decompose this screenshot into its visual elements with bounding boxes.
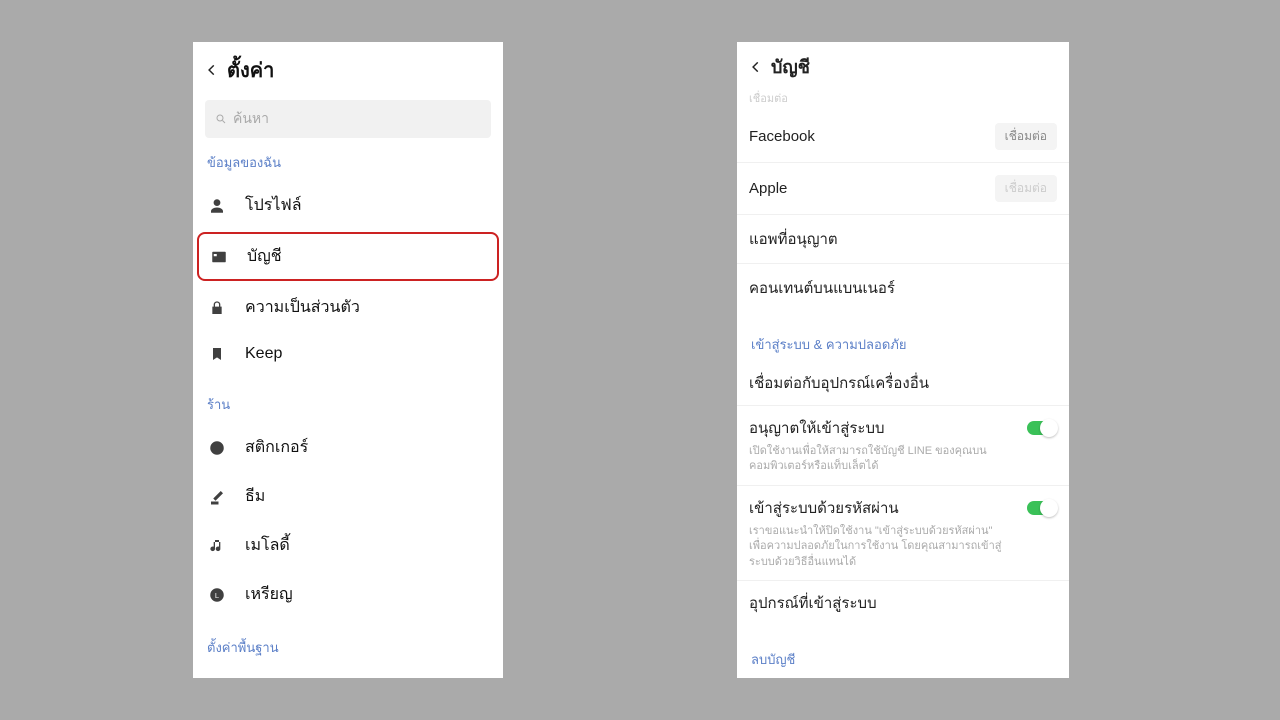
menu-melody[interactable]: เมโลดี้	[193, 521, 503, 570]
devices-label: อุปกรณ์ที่เข้าสู่ระบบ	[749, 591, 877, 615]
person-icon	[207, 196, 227, 216]
menu-profile[interactable]: โปรไฟล์	[193, 181, 503, 230]
menu-coin-label: เหรียญ	[245, 582, 293, 607]
menu-coin[interactable]: L เหรียญ	[193, 570, 503, 619]
section-basic: ตั้งค่าพื้นฐาน	[193, 637, 503, 666]
row-allowed-apps-label: แอพที่อนุญาต	[749, 227, 838, 251]
row-allow-login: อนุญาตให้เข้าสู่ระบบ เปิดใช้งานเพื่อให้ส…	[737, 406, 1069, 486]
settings-screen: ตั้งค่า ค้นหา ข้อมูลของฉัน โปรไฟล์ บัญชี…	[193, 42, 503, 678]
allow-login-toggle[interactable]	[1027, 421, 1057, 435]
back-icon[interactable]	[749, 60, 763, 74]
row-allowed-apps[interactable]: แอพที่อนุญาต	[737, 215, 1069, 264]
menu-sticker-label: สติกเกอร์	[245, 435, 308, 460]
row-connect-other[interactable]: เชื่อมต่อกับอุปกรณ์เครื่องอื่น	[737, 361, 1069, 406]
section-delete: ลบบัญชี	[737, 625, 1069, 676]
brush-icon	[207, 487, 227, 507]
menu-theme[interactable]: ธีม	[193, 472, 503, 521]
section-login-security: เข้าสู่ระบบ & ความปลอดภัย	[737, 312, 1069, 361]
lock-icon	[207, 298, 227, 318]
settings-title: ตั้งค่า	[227, 54, 274, 86]
link-button-facebook[interactable]: เชื่อมต่อ	[995, 123, 1057, 150]
menu-profile-label: โปรไฟล์	[245, 193, 302, 218]
row-facebook[interactable]: Facebook เชื่อมต่อ	[737, 111, 1069, 163]
row-apple[interactable]: Apple เชื่อมต่อ	[737, 163, 1069, 215]
pwd-login-title: เข้าสู่ระบบด้วยรหัสผ่าน	[749, 496, 899, 520]
menu-privacy[interactable]: ความเป็นส่วนตัว	[193, 283, 503, 332]
row-banner-content-label: คอนเทนต์บนแบนเนอร์	[749, 276, 895, 300]
svg-text:L: L	[215, 591, 219, 600]
account-title: บัญชี	[771, 52, 810, 81]
account-screen: บัญชี เชื่อมต่อ Facebook เชื่อมต่อ Apple…	[737, 42, 1069, 678]
settings-header: ตั้งค่า	[193, 42, 503, 94]
coin-icon: L	[207, 585, 227, 605]
section-shop: ร้าน	[193, 394, 503, 423]
menu-account-label: บัญชี	[247, 244, 282, 269]
row-banner-content[interactable]: คอนเทนต์บนแบนเนอร์	[737, 264, 1069, 312]
connect-other-label: เชื่อมต่อกับอุปกรณ์เครื่องอื่น	[749, 371, 929, 395]
link-button-apple: เชื่อมต่อ	[995, 175, 1057, 202]
pwd-login-desc: เราขอแนะนำให้ปิดใช้งาน "เข้าสู่ระบบด้วยร…	[749, 524, 1009, 570]
search-icon	[215, 113, 227, 125]
music-icon	[207, 536, 227, 556]
pwd-login-toggle[interactable]	[1027, 501, 1057, 515]
search-placeholder: ค้นหา	[233, 108, 269, 130]
menu-sticker[interactable]: สติกเกอร์	[193, 423, 503, 472]
menu-keep[interactable]: Keep	[193, 332, 503, 376]
faded-prev-row: เชื่อมต่อ	[737, 87, 1069, 111]
bookmark-icon	[207, 344, 227, 364]
menu-account[interactable]: บัญชี	[197, 232, 499, 281]
menu-melody-label: เมโลดี้	[245, 533, 290, 558]
section-myinfo: ข้อมูลของฉัน	[193, 152, 503, 181]
row-facebook-label: Facebook	[749, 128, 815, 145]
back-icon[interactable]	[205, 63, 219, 77]
menu-theme-label: ธีม	[245, 484, 265, 509]
allow-login-title: อนุญาตให้เข้าสู่ระบบ	[749, 416, 885, 440]
row-devices[interactable]: อุปกรณ์ที่เข้าสู่ระบบ	[737, 581, 1069, 625]
row-apple-label: Apple	[749, 180, 787, 197]
menu-keep-label: Keep	[245, 345, 282, 363]
id-card-icon	[209, 247, 229, 267]
row-pwd-login: เข้าสู่ระบบด้วยรหัสผ่าน เราขอแนะนำให้ปิด…	[737, 486, 1069, 581]
search-input[interactable]: ค้นหา	[205, 100, 491, 138]
smile-icon	[207, 438, 227, 458]
menu-privacy-label: ความเป็นส่วนตัว	[245, 295, 360, 320]
allow-login-desc: เปิดใช้งานเพื่อให้สามารถใช้บัญชี LINE ขอ…	[749, 444, 1009, 475]
account-header: บัญชี	[737, 42, 1069, 87]
